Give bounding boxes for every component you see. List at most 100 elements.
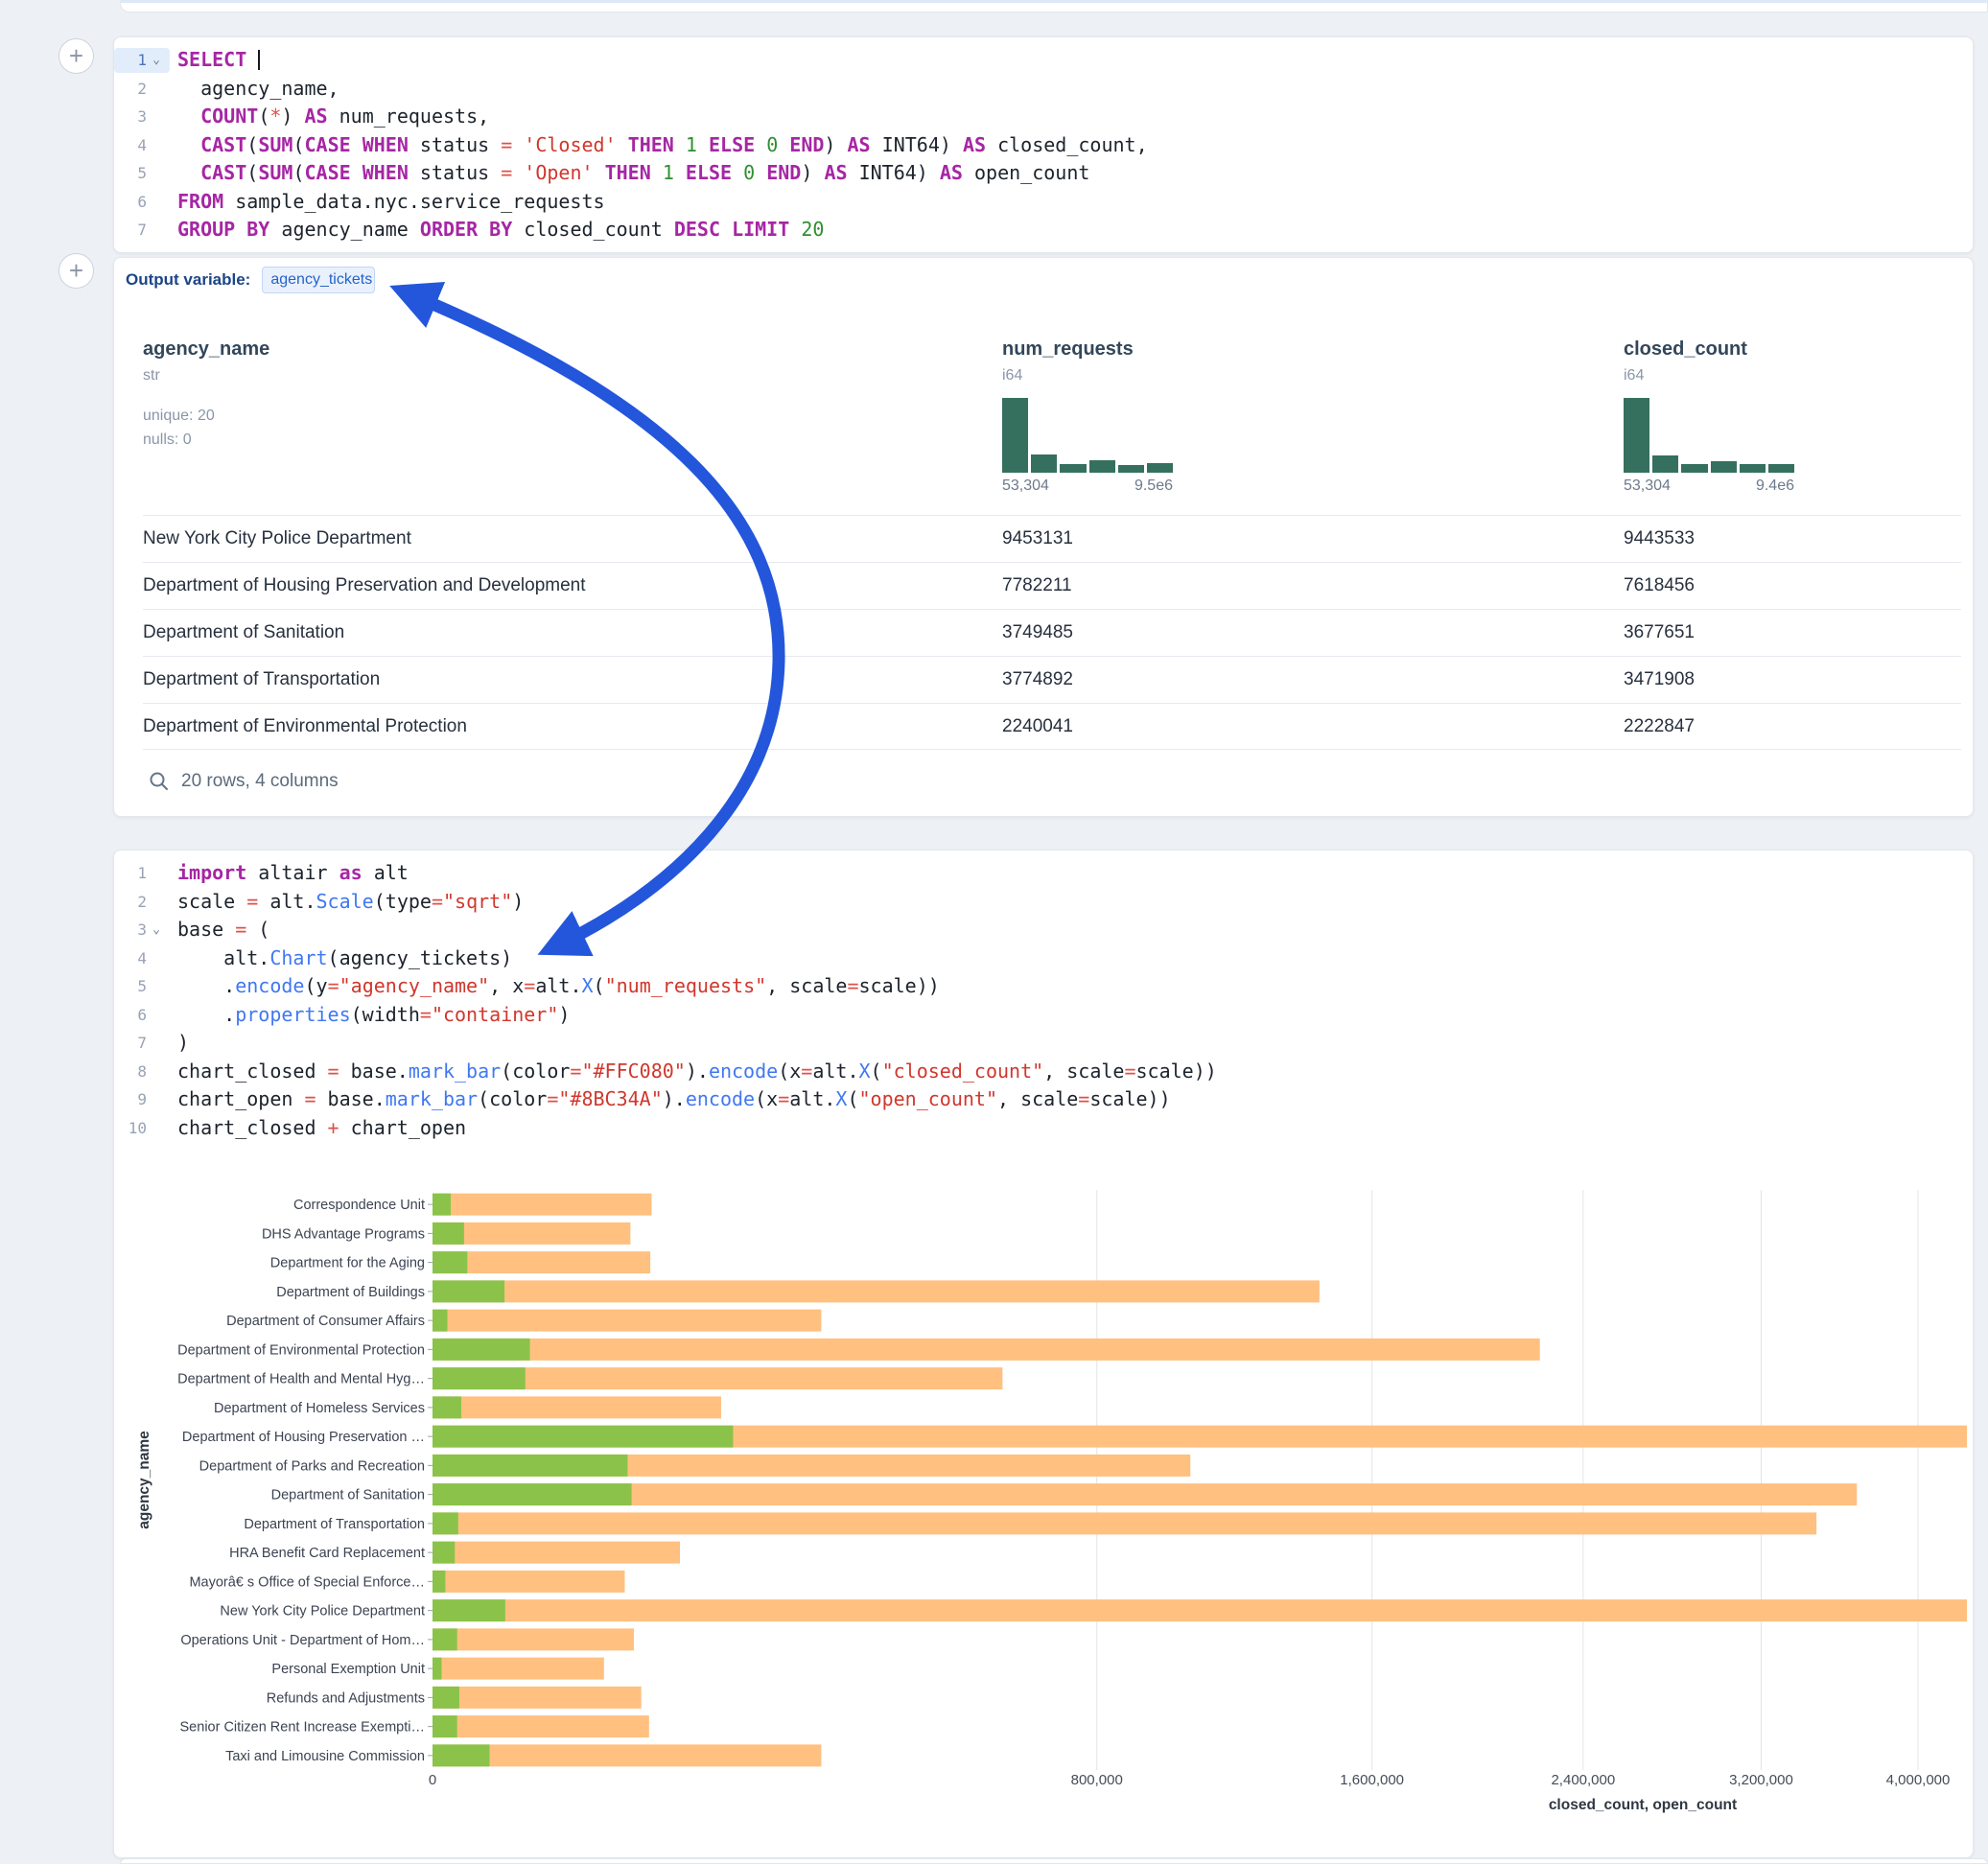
open_count-bar — [433, 1251, 467, 1273]
column-header[interactable]: num_requestsi6453,3049.5e6 — [1002, 338, 1624, 515]
open_count-bar — [433, 1426, 733, 1448]
chevron-down-icon[interactable]: ⌄ — [147, 916, 166, 944]
open_count-bar — [433, 1194, 451, 1216]
code-line[interactable]: 5 .encode(y="agency_name", x=alt.X("num_… — [114, 972, 1973, 1001]
output-variable-chip[interactable]: agency_tickets — [262, 267, 375, 293]
line-gutter: 3⌄ — [114, 916, 170, 944]
line-number: 3 — [114, 103, 147, 131]
add-cell-button[interactable]: + — [58, 38, 94, 74]
line-gutter: 3 — [114, 103, 170, 131]
line-gutter: 9 — [114, 1085, 170, 1114]
python-cell: 1import altair as alt2scale = alt.Scale(… — [113, 850, 1974, 1858]
table-cell: Department of Transportation — [143, 669, 1002, 690]
y-axis-label: Senior Citizen Rent Increase Exempti… — [180, 1720, 425, 1736]
code-text: ) — [170, 1029, 189, 1058]
histogram-bar — [1740, 464, 1766, 473]
histogram-bar — [1089, 460, 1115, 473]
table-cell: 2222847 — [1624, 716, 1961, 737]
chevron-down-icon[interactable]: ⌄ — [147, 46, 166, 75]
y-axis-label: Department for the Aging — [270, 1256, 425, 1271]
closed_count-bar — [433, 1658, 604, 1680]
code-line[interactable]: 3 COUNT(*) AS num_requests, — [114, 103, 1973, 131]
column-dtype: str — [143, 367, 1002, 384]
table-row: Department of Environmental Protection22… — [143, 703, 1961, 750]
histogram-bar — [1681, 464, 1707, 473]
line-gutter: 10 — [114, 1114, 170, 1143]
sql-results-cell: Output variable: agency_tickets agency_n… — [113, 257, 1974, 817]
y-axis-label: Department of Housing Preservation … — [182, 1430, 425, 1445]
closed_count-bar — [433, 1715, 649, 1737]
open_count-bar — [433, 1396, 461, 1418]
histogram-bar — [1147, 463, 1173, 473]
dataframe-body: New York City Police Department945313194… — [143, 515, 1961, 750]
add-cell-button[interactable]: + — [58, 253, 94, 289]
y-axis-label: Operations Unit - Department of Hom… — [180, 1633, 425, 1648]
code-line[interactable]: 9chart_open = base.mark_bar(color="#8BC3… — [114, 1085, 1973, 1114]
search-icon[interactable] — [149, 771, 170, 792]
y-axis-label: Department of Environmental Protection — [177, 1342, 425, 1358]
x-axis-label: 1,600,000 — [1340, 1772, 1404, 1788]
histogram-range: 53,3049.4e6 — [1624, 478, 1794, 495]
line-number: 5 — [114, 972, 147, 1001]
code-line[interactable]: 5 CAST(SUM(CASE WHEN status = 'Open' THE… — [114, 159, 1973, 188]
line-gutter: 6 — [114, 1001, 170, 1030]
line-number: 4 — [114, 944, 147, 973]
output-variable-row: Output variable: agency_tickets — [126, 264, 375, 296]
line-number: 6 — [114, 1001, 147, 1030]
code-line[interactable]: 1import altair as alt — [114, 859, 1973, 888]
y-axis-title: agency_name — [136, 1431, 152, 1529]
column-header[interactable]: agency_namestrunique: 20nulls: 0 — [143, 338, 1002, 515]
y-axis-label: Mayorâ€ s Office of Special Enforce… — [189, 1574, 425, 1590]
code-line[interactable]: 1⌄SELECT — [114, 46, 1973, 75]
code-line[interactable]: 2scale = alt.Scale(type="sqrt") — [114, 888, 1973, 917]
code-text: chart_closed + chart_open — [170, 1114, 466, 1143]
line-number: 9 — [114, 1085, 147, 1114]
code-line[interactable]: 7) — [114, 1029, 1973, 1058]
code-text: CAST(SUM(CASE WHEN status = 'Closed' THE… — [170, 131, 1148, 160]
code-line[interactable]: 10chart_closed + chart_open — [114, 1114, 1973, 1143]
code-line[interactable]: 6FROM sample_data.nyc.service_requests — [114, 188, 1973, 217]
code-line[interactable]: 4 alt.Chart(agency_tickets) — [114, 944, 1973, 973]
y-axis-label: HRA Benefit Card Replacement — [229, 1546, 425, 1561]
code-line[interactable]: 7GROUP BY agency_name ORDER BY closed_co… — [114, 216, 1973, 245]
sql-cell: 1⌄SELECT 2 agency_name,3 COUNT(*) AS num… — [113, 36, 1974, 253]
closed_count-bar — [433, 1194, 651, 1216]
y-axis-label: Correspondence Unit — [293, 1198, 425, 1213]
open_count-bar — [433, 1687, 459, 1709]
closed_count-bar — [433, 1396, 721, 1418]
closed_count-bar — [433, 1687, 642, 1709]
code-text: CAST(SUM(CASE WHEN status = 'Open' THEN … — [170, 159, 1089, 188]
python-code-editor[interactable]: 1import altair as alt2scale = alt.Scale(… — [114, 850, 1973, 1142]
table-cell: 9443533 — [1624, 528, 1961, 549]
code-line[interactable]: 3⌄base = ( — [114, 916, 1973, 944]
histogram-bar — [1652, 455, 1678, 473]
open_count-bar — [433, 1310, 447, 1332]
histogram-bar — [1002, 398, 1028, 473]
table-cell: Department of Housing Preservation and D… — [143, 575, 1002, 596]
code-line[interactable]: 8chart_closed = base.mark_bar(color="#FF… — [114, 1058, 1973, 1086]
x-axis-label: 0 — [429, 1772, 436, 1788]
column-name: closed_count — [1624, 338, 1961, 361]
histogram-bar — [1118, 465, 1144, 473]
histogram-bar — [1624, 398, 1649, 473]
code-line[interactable]: 4 CAST(SUM(CASE WHEN status = 'Closed' T… — [114, 131, 1973, 160]
sql-code-editor[interactable]: 1⌄SELECT 2 agency_name,3 COUNT(*) AS num… — [114, 37, 1973, 245]
closed_count-bar — [433, 1310, 821, 1332]
open_count-bar — [433, 1715, 457, 1737]
code-line[interactable]: 6 .properties(width="container") — [114, 1001, 1973, 1030]
histogram-bar — [1031, 454, 1057, 473]
code-line[interactable]: 2 agency_name, — [114, 75, 1973, 104]
table-cell: 2240041 — [1002, 716, 1624, 737]
column-stats: unique: 20nulls: 0 — [143, 404, 1002, 452]
line-number: 2 — [114, 75, 147, 104]
dataframe-footer: 20 rows, 4 columns — [143, 771, 1961, 792]
line-gutter: 1⌄ — [114, 48, 170, 73]
code-text: base = ( — [170, 916, 269, 944]
column-header[interactable]: closed_counti6453,3049.4e6 — [1624, 338, 1961, 515]
table-cell: 3774892 — [1002, 669, 1624, 690]
table-cell: 7618456 — [1624, 575, 1961, 596]
histogram-bar — [1711, 461, 1737, 473]
x-axis-label: 800,000 — [1071, 1772, 1123, 1788]
closed_count-bar — [433, 1483, 1857, 1505]
closed_count-bar — [433, 1339, 1540, 1361]
